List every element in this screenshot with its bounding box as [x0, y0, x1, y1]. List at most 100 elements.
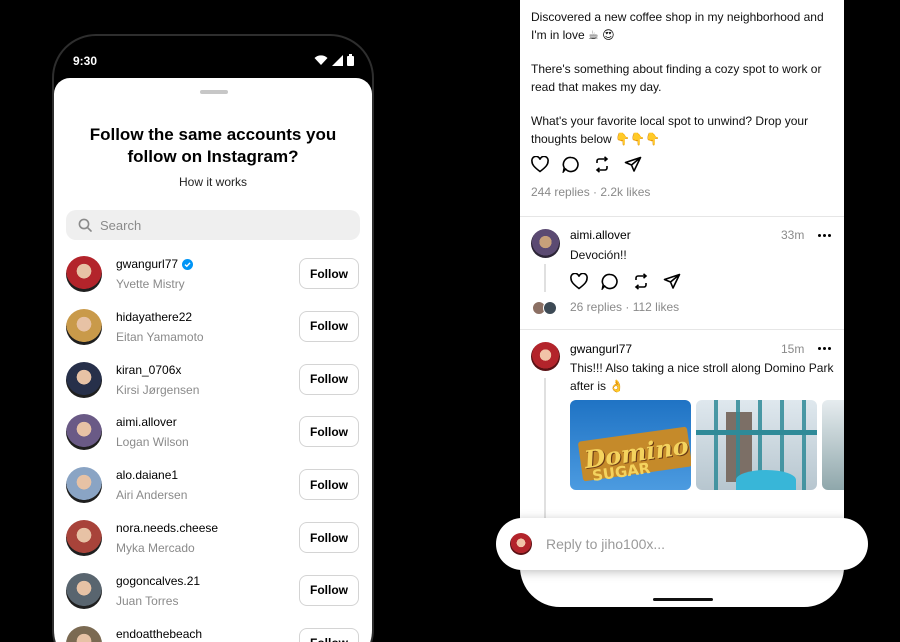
divider	[520, 216, 844, 217]
reply-text: This!!! Also taking a nice stroll along …	[570, 361, 834, 393]
avatar	[543, 301, 557, 315]
steel-beam	[696, 430, 817, 435]
heart-icon[interactable]	[570, 273, 588, 290]
account-row[interactable]: gogoncalves.21 Juan Torres Follow	[66, 569, 360, 619]
follow-button[interactable]: Follow	[299, 469, 359, 501]
avatar[interactable]	[531, 342, 560, 371]
post-paragraph: There's something about finding a cozy s…	[531, 62, 822, 94]
account-handle[interactable]: endoatthebeach	[116, 627, 202, 641]
more-options-icon[interactable]	[818, 347, 831, 350]
avatar[interactable]	[66, 467, 102, 504]
signal-icon	[332, 54, 343, 66]
photo-domino-sugar[interactable]: Domino SUGAR	[570, 400, 691, 490]
thread-line	[544, 264, 546, 292]
account-handle-text[interactable]: endoatthebeach	[116, 627, 202, 641]
account-row[interactable]: nora.needs.cheese Myka Mercado Follow	[66, 516, 360, 566]
follow-button[interactable]: Follow	[299, 363, 359, 395]
comment-icon[interactable]	[562, 156, 580, 173]
avatar[interactable]	[66, 361, 102, 398]
account-name: Kirsi Jørgensen	[116, 382, 200, 397]
heart-icon[interactable]	[531, 156, 549, 173]
account-row[interactable]: alo.daiane1 Airi Andersen Follow	[66, 463, 360, 513]
account-name: Airi Andersen	[116, 488, 188, 503]
repost-icon[interactable]	[632, 273, 650, 290]
share-icon[interactable]	[663, 273, 681, 290]
post-actions	[531, 156, 642, 173]
divider	[520, 329, 844, 330]
photo-domino-park[interactable]	[696, 400, 817, 490]
avatar[interactable]	[66, 520, 102, 556]
avatar[interactable]	[66, 308, 102, 345]
avatar[interactable]	[531, 229, 560, 258]
avatar[interactable]	[66, 414, 102, 451]
status-time: 9:30	[73, 54, 98, 68]
search-icon	[78, 218, 92, 232]
account-handle-text[interactable]: kiran_0706x	[116, 363, 181, 377]
replier-avatars	[532, 300, 562, 316]
repost-icon[interactable]	[593, 156, 611, 173]
reply-input[interactable]	[546, 536, 846, 552]
account-row[interactable]: aimi.allover Logan Wilson Follow	[66, 410, 360, 460]
avatar	[510, 533, 532, 555]
search-bar[interactable]	[66, 210, 360, 240]
more-options-icon[interactable]	[818, 234, 831, 237]
how-it-works-link[interactable]: How it works	[54, 175, 372, 189]
account-handle[interactable]: kiran_0706x	[116, 363, 181, 377]
account-row[interactable]: endoatthebeach Follow	[66, 622, 360, 642]
status-icons	[314, 54, 354, 66]
account-name: Logan Wilson	[116, 435, 189, 450]
follow-button[interactable]: Follow	[299, 574, 359, 606]
avatar[interactable]	[66, 256, 102, 292]
account-handle-text[interactable]: aimi.allover	[116, 415, 177, 429]
account-handle[interactable]: gogoncalves.21	[116, 574, 200, 588]
reply-actions	[570, 273, 681, 290]
battery-icon	[347, 54, 354, 66]
share-icon[interactable]	[624, 156, 642, 173]
photo-third[interactable]	[822, 400, 844, 490]
post-paragraph: What's your favorite local spot to unwin…	[531, 114, 809, 146]
post-paragraph: Discovered a new coffee shop in my neigh…	[531, 10, 824, 42]
reply-stats[interactable]: 26 replies · 112 likes	[570, 300, 679, 314]
account-handle[interactable]: gwangurl77	[116, 257, 194, 271]
account-handle[interactable]: aimi.allover	[116, 415, 177, 429]
account-handle-text[interactable]: nora.needs.cheese	[116, 521, 218, 535]
account-name: Juan Torres	[116, 593, 179, 608]
account-name: Eitan Yamamoto	[116, 329, 204, 344]
sheet-title: Follow the same accounts you follow on I…	[89, 125, 337, 166]
comment-icon[interactable]	[601, 273, 619, 290]
avatar[interactable]	[66, 572, 102, 609]
reply-username[interactable]: gwangurl77	[570, 342, 632, 356]
account-handle-text[interactable]: hidayathere22	[116, 310, 192, 324]
account-handle-text[interactable]: gwangurl77	[116, 257, 178, 271]
follow-button[interactable]: Follow	[299, 310, 359, 342]
reply-composer[interactable]	[496, 518, 868, 570]
home-indicator[interactable]	[653, 598, 713, 601]
status-bar: 9:30	[54, 36, 372, 80]
water-tile	[736, 470, 796, 490]
sheet-grabber[interactable]	[200, 90, 228, 94]
account-handle[interactable]: hidayathere22	[116, 310, 192, 324]
follow-button[interactable]: Follow	[299, 416, 359, 448]
search-input[interactable]	[100, 217, 330, 233]
account-name: Myka Mercado	[116, 541, 195, 555]
wifi-icon	[314, 54, 328, 65]
reply-time: 33m	[781, 228, 805, 242]
follow-sheet: Follow the same accounts you follow on I…	[54, 78, 372, 642]
avatar[interactable]	[66, 625, 102, 642]
account-handle[interactable]: nora.needs.cheese	[116, 521, 218, 535]
verified-badge-icon	[182, 258, 194, 270]
account-name: Yvette Mistry	[116, 277, 185, 291]
follow-button[interactable]: Follow	[299, 258, 359, 289]
reply-username[interactable]: aimi.allover	[570, 228, 631, 242]
account-handle-text[interactable]: alo.daiane1	[116, 468, 178, 482]
account-row[interactable]: gwangurl77 Yvette Mistry Follow	[66, 252, 360, 302]
follow-button[interactable]: Follow	[299, 522, 359, 553]
account-row[interactable]: kiran_0706x Kirsi Jørgensen Follow	[66, 358, 360, 408]
thread-line	[544, 378, 546, 528]
account-handle[interactable]: alo.daiane1	[116, 468, 178, 482]
left-phone: 9:30 Follow the same accounts you follow…	[52, 34, 374, 642]
post-stats[interactable]: 244 replies · 2.2k likes	[531, 185, 650, 199]
account-handle-text[interactable]: gogoncalves.21	[116, 574, 200, 588]
follow-button[interactable]: Follow	[299, 627, 359, 642]
account-row[interactable]: hidayathere22 Eitan Yamamoto Follow	[66, 305, 360, 355]
